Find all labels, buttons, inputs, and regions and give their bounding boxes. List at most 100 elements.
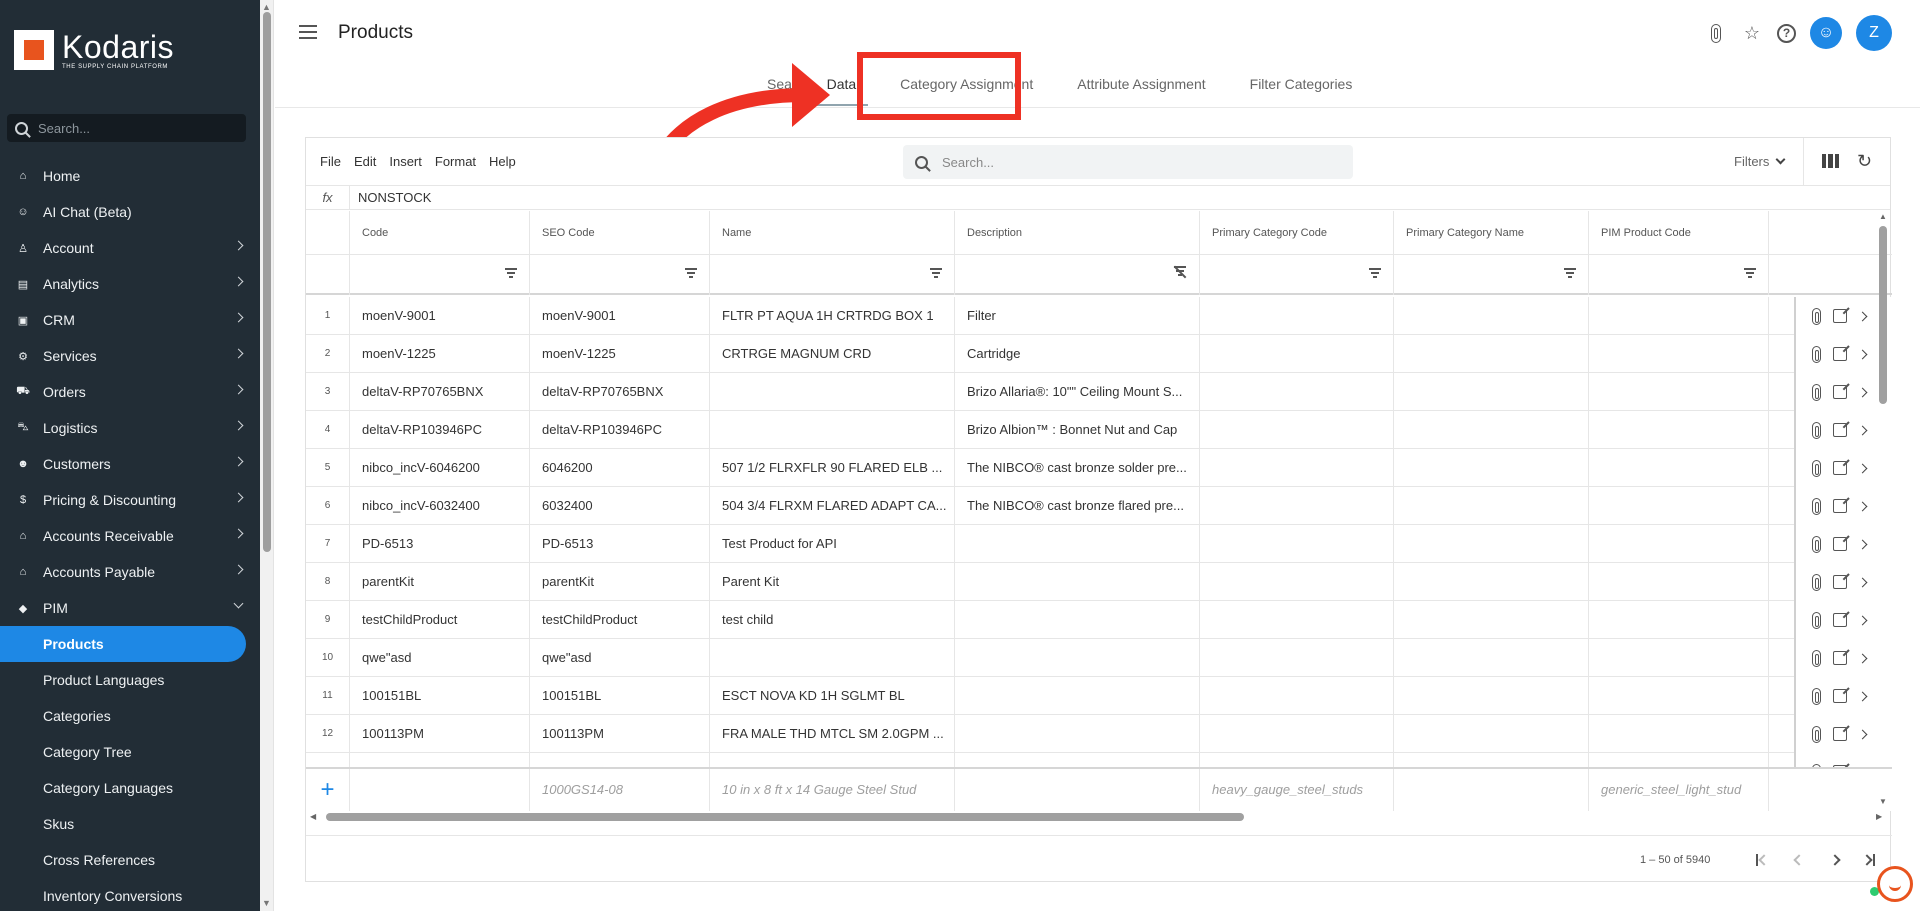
attachment-icon[interactable] <box>1812 459 1821 477</box>
table-cell[interactable] <box>1200 297 1394 335</box>
sidebar-item-services[interactable]: ⚙ Services <box>0 338 260 374</box>
chevron-right-icon[interactable] <box>1857 691 1868 701</box>
table-row[interactable]: 7 PD-6513 PD-6513 Test Product for API <box>306 525 1892 563</box>
sidebar-item-category-languages[interactable]: Category Languages <box>0 770 260 806</box>
table-cell[interactable]: 507 1/2 FLRXFLR 90 FLARED ELB ... <box>710 449 955 487</box>
table-cell[interactable] <box>1200 677 1394 715</box>
sidebar-item-orders[interactable]: ⛟ Orders <box>0 374 260 410</box>
filter-icon[interactable] <box>1369 268 1381 278</box>
chevron-right-icon[interactable] <box>1857 425 1868 435</box>
table-row[interactable]: 1 moenV-9001 moenV-9001 FLTR PT AQUA 1H CRT… <box>306 297 1892 335</box>
new-row-cell[interactable] <box>350 769 530 811</box>
table-cell[interactable] <box>1394 639 1589 677</box>
refresh-icon[interactable]: ↻ <box>1857 151 1872 172</box>
table-cell[interactable] <box>955 525 1200 563</box>
table-cell[interactable]: 100113PM <box>350 715 530 753</box>
chat-support-button[interactable] <box>1877 866 1913 902</box>
table-cell[interactable] <box>1394 487 1589 525</box>
table-row[interactable]: 11 100151BL 100151BL ESCT NOVA KD 1H SGLMT … <box>306 677 1892 715</box>
table-cell[interactable] <box>1200 639 1394 677</box>
sidebar-item-accounts-receivable[interactable]: ⌂ Accounts Receivable <box>0 518 260 554</box>
column-header-description[interactable]: Description <box>955 211 1200 255</box>
help-icon[interactable]: ? <box>1777 23 1796 43</box>
table-cell[interactable] <box>1589 449 1769 487</box>
sidebar-item-products[interactable]: Products <box>0 626 246 662</box>
menu-format[interactable]: Format <box>435 154 476 169</box>
table-cell[interactable] <box>1394 449 1589 487</box>
attachment-icon[interactable] <box>1812 725 1821 743</box>
table-cell[interactable] <box>1589 563 1769 601</box>
table-row[interactable]: 3 deltaV-RP70765BNX deltaV-RP70765BNX Brizo… <box>306 373 1892 411</box>
chevron-right-icon[interactable] <box>1857 311 1868 321</box>
chevron-right-icon[interactable] <box>1857 577 1868 587</box>
tab-filter-categories[interactable]: Filter Categories <box>1228 62 1375 107</box>
table-cell[interactable] <box>955 601 1200 639</box>
table-cell[interactable]: CRTRGE MAGNUM CRD <box>710 335 955 373</box>
table-cell[interactable] <box>1200 449 1394 487</box>
table-cell[interactable]: Filter <box>955 297 1200 335</box>
chevron-right-icon[interactable] <box>1857 501 1868 511</box>
table-cell[interactable] <box>1589 373 1769 411</box>
table-cell[interactable]: qwe"asd <box>350 639 530 677</box>
table-cell[interactable] <box>1200 487 1394 525</box>
table-cell[interactable] <box>1394 411 1589 449</box>
chevron-right-icon[interactable] <box>1857 463 1868 473</box>
grid-vertical-scrollbar[interactable]: ▲ ▼ <box>1877 212 1890 809</box>
sidebar-item-inventory-conversions[interactable]: Inventory Conversions <box>0 878 260 911</box>
table-cell[interactable]: testChildProduct <box>350 601 530 639</box>
table-cell[interactable]: qwe"asd <box>530 639 710 677</box>
sidebar-item-analytics[interactable]: ▤ Analytics <box>0 266 260 302</box>
sidebar-item-accounts-payable[interactable]: ⌂ Accounts Payable <box>0 554 260 590</box>
table-cell[interactable]: PD-6513 <box>350 525 530 563</box>
attachment-icon[interactable] <box>1812 307 1821 325</box>
chevron-right-icon[interactable] <box>1857 539 1868 549</box>
menu-edit[interactable]: Edit <box>354 154 376 169</box>
table-cell[interactable] <box>1394 563 1589 601</box>
table-cell[interactable]: Parent Kit <box>710 563 955 601</box>
open-external-icon[interactable] <box>1833 461 1847 475</box>
filter-icon[interactable] <box>930 268 942 278</box>
sidebar-item-cross-references[interactable]: Cross References <box>0 842 260 878</box>
open-external-icon[interactable] <box>1833 309 1847 323</box>
columns-icon[interactable] <box>1822 154 1839 168</box>
sidebar-item-account[interactable]: ♙ Account <box>0 230 260 266</box>
table-cell[interactable]: Brizo Allaria®: 10"" Ceiling Mount S... <box>955 373 1200 411</box>
open-external-icon[interactable] <box>1833 727 1847 741</box>
table-cell[interactable]: deltaV-RP70765BNX <box>350 373 530 411</box>
table-row[interactable]: 2 moenV-1225 moenV-1225 CRTRGE MAGNUM CRD Ca… <box>306 335 1892 373</box>
attachment-icon[interactable] <box>1705 22 1727 44</box>
table-cell[interactable] <box>1200 411 1394 449</box>
chevron-right-icon[interactable] <box>1857 653 1868 663</box>
new-row-cell[interactable]: generic_steel_light_stud <box>1589 769 1769 811</box>
filters-dropdown[interactable]: Filters <box>1734 154 1786 169</box>
open-external-icon[interactable] <box>1833 537 1847 551</box>
table-cell[interactable]: The NIBCO® cast bronze solder pre... <box>955 449 1200 487</box>
table-row[interactable]: 4 deltaV-RP103946PC deltaV-RP103946PC Brizo… <box>306 411 1892 449</box>
new-row-cell[interactable]: 1000GS14-08 <box>530 769 710 811</box>
star-icon[interactable]: ☆ <box>1741 22 1763 44</box>
table-cell[interactable] <box>955 563 1200 601</box>
table-row[interactable]: 6 nibco_incV-6032400 6032400 504 3/4 FLRXM … <box>306 487 1892 525</box>
ai-assistant-icon[interactable]: ☺ <box>1810 17 1842 49</box>
open-external-icon[interactable] <box>1833 613 1847 627</box>
table-cell[interactable]: nibco_incV-6032400 <box>350 487 530 525</box>
table-cell[interactable]: Brizo Albion™ : Bonnet Nut and Cap <box>955 411 1200 449</box>
table-row[interactable]: 5 nibco_incV-6046200 6046200 507 1/2 FLRXFL… <box>306 449 1892 487</box>
table-cell[interactable] <box>955 639 1200 677</box>
table-cell[interactable] <box>1200 563 1394 601</box>
sidebar-item-logistics[interactable]: ⛍ Logistics <box>0 410 260 446</box>
table-cell[interactable]: ESCT NOVA KD 1H SGLMT BL <box>710 677 955 715</box>
attachment-icon[interactable] <box>1812 687 1821 705</box>
table-cell[interactable] <box>1394 715 1589 753</box>
menu-insert[interactable]: Insert <box>389 154 422 169</box>
tab-category-assignment[interactable]: Category Assignment <box>878 62 1055 107</box>
attachment-icon[interactable] <box>1812 497 1821 515</box>
open-external-icon[interactable] <box>1833 423 1847 437</box>
table-cell[interactable] <box>1200 601 1394 639</box>
formula-value[interactable]: NONSTOCK <box>350 190 431 205</box>
attachment-icon[interactable] <box>1812 535 1821 553</box>
previous-page-button[interactable] <box>1789 850 1809 870</box>
sidebar-item-pim[interactable]: ◆ PIM <box>0 590 260 626</box>
table-cell[interactable] <box>1394 677 1589 715</box>
table-cell[interactable] <box>955 715 1200 753</box>
